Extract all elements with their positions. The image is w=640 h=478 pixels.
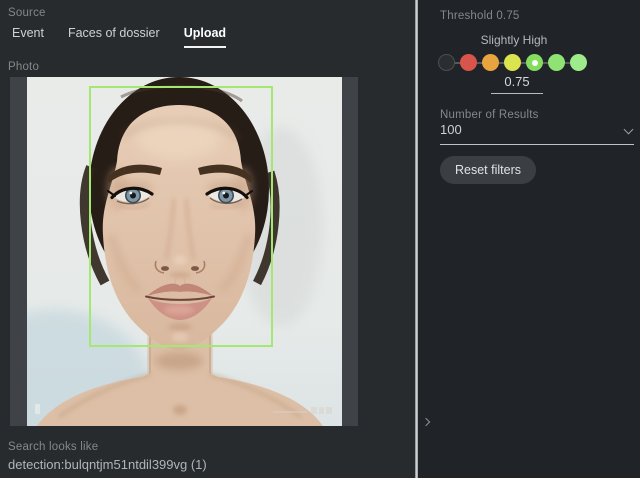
- panel-divider[interactable]: [415, 0, 418, 478]
- threshold-dot[interactable]: [548, 54, 565, 71]
- threshold-dot[interactable]: [504, 54, 521, 71]
- tab-event[interactable]: Event: [12, 26, 44, 48]
- threshold-slider[interactable]: [438, 54, 587, 71]
- search-source-panel: Source Event Faces of dossier Upload Pho…: [0, 0, 415, 478]
- panel-collapse-button[interactable]: [419, 414, 433, 430]
- threshold-level-label: Slightly High: [480, 33, 548, 47]
- chevron-down-icon: [623, 124, 634, 135]
- detection-id-text: detection:bulqntjm51ntdil399vg (1): [8, 457, 207, 472]
- source-section-label: Source: [8, 7, 46, 19]
- search-looks-like-label: Search looks like: [8, 441, 99, 453]
- photo-watermark-left: [34, 404, 40, 414]
- threshold-value-input[interactable]: [491, 74, 543, 94]
- number-of-results-value: 100: [440, 122, 462, 137]
- threshold-dot[interactable]: [482, 54, 499, 71]
- number-of-results-label: Number of Results: [440, 109, 539, 121]
- number-of-results-select[interactable]: 100: [440, 122, 634, 145]
- threshold-label: Threshold 0.75: [440, 10, 520, 22]
- threshold-dot[interactable]: [438, 54, 455, 71]
- uploaded-photo-frame: [10, 77, 358, 426]
- portrait-photo: [26, 77, 342, 426]
- source-tabs: Event Faces of dossier Upload: [12, 26, 227, 48]
- tab-faces-of-dossier[interactable]: Faces of dossier: [68, 26, 160, 48]
- tab-upload[interactable]: Upload: [183, 26, 227, 48]
- threshold-dot[interactable]: [570, 54, 587, 71]
- threshold-dot[interactable]: [526, 54, 543, 71]
- chevron-right-icon: [421, 417, 431, 427]
- photo-section-label: Photo: [8, 61, 40, 73]
- threshold-dot[interactable]: [460, 54, 477, 71]
- reset-filters-button[interactable]: Reset filters: [440, 156, 536, 184]
